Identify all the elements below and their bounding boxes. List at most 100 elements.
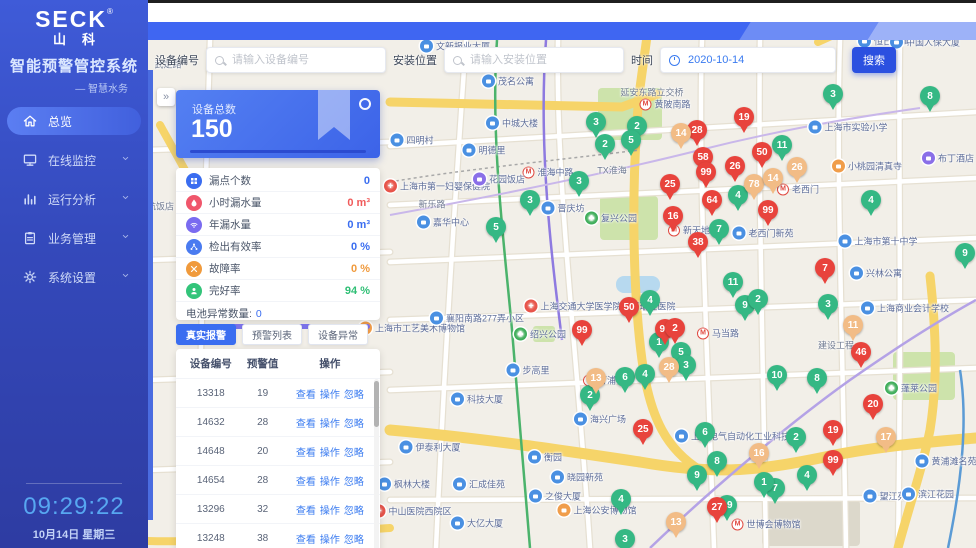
action-link-2[interactable]: 忽略 <box>344 415 364 430</box>
map-marker-green[interactable]: 3 <box>676 355 696 375</box>
map-marker-green[interactable]: 3 <box>818 294 838 314</box>
map-marker-green[interactable]: 6 <box>695 422 715 442</box>
map-marker-red[interactable]: 46 <box>851 342 871 362</box>
map-marker-orange[interactable]: 17 <box>876 427 896 447</box>
action-link-0[interactable]: 查看 <box>296 386 316 401</box>
location-input[interactable] <box>468 53 615 67</box>
map-marker-green[interactable]: 7 <box>709 219 729 239</box>
map-marker-green[interactable]: 3 <box>823 84 843 104</box>
action-link-0[interactable]: 查看 <box>296 415 316 430</box>
map-marker-orange[interactable]: 11 <box>843 315 863 335</box>
map-marker-red[interactable]: 16 <box>663 206 683 226</box>
map-marker-green[interactable]: 4 <box>640 290 660 310</box>
tab-1[interactable]: 预警列表 <box>242 324 302 345</box>
sidebar-item-chart[interactable]: 运行分析 <box>7 185 141 213</box>
map-marker-orange[interactable]: 14 <box>763 168 783 188</box>
map-marker-green[interactable]: 9 <box>687 465 707 485</box>
sidebar-item-home[interactable]: 总览 <box>7 107 141 135</box>
map-marker-red[interactable]: 64 <box>702 190 722 210</box>
date-field[interactable] <box>660 47 836 73</box>
map-marker-red[interactable]: 99 <box>572 320 592 340</box>
action-link-0[interactable]: 查看 <box>296 531 316 546</box>
map-marker-orange[interactable]: 13 <box>586 368 606 388</box>
table-scrollbar-thumb[interactable] <box>374 381 379 427</box>
map-marker-orange[interactable]: 28 <box>659 357 679 377</box>
sidebar-item-monitor[interactable]: 在线监控 <box>7 146 141 174</box>
map-marker-green[interactable]: 10 <box>767 365 787 385</box>
map-marker-red[interactable]: 26 <box>725 156 745 176</box>
map-marker-green[interactable]: 11 <box>772 135 792 155</box>
map-marker-green[interactable]: 6 <box>615 367 635 387</box>
device-no-field[interactable] <box>206 47 386 73</box>
map-marker-red[interactable]: 25 <box>633 419 653 439</box>
action-link-2[interactable]: 忽略 <box>344 444 364 459</box>
map-marker-red[interactable]: 38 <box>688 232 708 252</box>
collapse-panel-button[interactable]: » <box>157 88 175 106</box>
map-marker-green[interactable]: 2 <box>786 427 806 447</box>
map-marker-green[interactable]: 5 <box>486 217 506 237</box>
map-marker-red[interactable]: 50 <box>619 297 639 317</box>
device-no-input[interactable] <box>230 53 377 67</box>
map-marker-red[interactable]: 19 <box>823 420 843 440</box>
map-marker-green[interactable]: 3 <box>520 190 540 210</box>
map-marker-red[interactable]: 50 <box>752 142 772 162</box>
map-label-text: 蓬莱公园 <box>901 382 937 395</box>
sidebar-item-clipboard[interactable]: 业务管理 <box>7 224 141 252</box>
action-link-1[interactable]: 操作 <box>320 415 340 430</box>
tab-0[interactable]: 真实报警 <box>176 324 236 345</box>
map-marker-green[interactable]: 4 <box>797 465 817 485</box>
action-link-1[interactable]: 操作 <box>320 444 340 459</box>
action-link-0[interactable]: 查看 <box>296 444 316 459</box>
circle-indicator-icon[interactable] <box>359 98 371 110</box>
map-marker-red[interactable]: 20 <box>863 394 883 414</box>
map-marker-green[interactable]: 3 <box>569 171 589 191</box>
action-link-2[interactable]: 忽略 <box>344 531 364 546</box>
table-row: 1329632查看操作忽略 <box>176 494 380 523</box>
map-marker-red[interactable]: 7 <box>815 258 835 278</box>
action-link-2[interactable]: 忽略 <box>344 473 364 488</box>
map-marker-green[interactable]: 11 <box>723 272 743 292</box>
action-link-1[interactable]: 操作 <box>320 531 340 546</box>
map-marker-green[interactable]: 9 <box>955 243 975 263</box>
map-marker-green[interactable]: 8 <box>920 86 940 106</box>
map-marker-green[interactable]: 8 <box>707 451 727 471</box>
map-marker-green[interactable]: 4 <box>635 364 655 384</box>
map-marker-orange[interactable]: 26 <box>787 157 807 177</box>
map-marker-orange[interactable]: 14 <box>671 123 691 143</box>
action-link-2[interactable]: 忽略 <box>344 502 364 517</box>
map-label-metro: M马当路 <box>697 327 739 340</box>
date-input[interactable] <box>686 53 827 67</box>
map-marker-green[interactable]: 8 <box>807 368 827 388</box>
map-marker-green[interactable]: 5 <box>621 130 641 150</box>
location-field[interactable] <box>444 47 624 73</box>
poi-icon <box>529 490 542 503</box>
map-label-text: 建设工程 <box>818 339 854 352</box>
map-marker-red[interactable]: 27 <box>707 497 727 517</box>
search-button[interactable]: 搜索 <box>852 47 896 73</box>
tab-2[interactable]: 设备异常 <box>308 324 368 345</box>
map-marker-green[interactable]: 2 <box>595 134 615 154</box>
map-marker-green[interactable]: 3 <box>615 529 635 548</box>
map-marker-green[interactable]: 4 <box>861 190 881 210</box>
action-link-0[interactable]: 查看 <box>296 473 316 488</box>
map-marker-red[interactable]: 2 <box>665 318 685 338</box>
map-marker-green[interactable]: 3 <box>586 112 606 132</box>
map-marker-green[interactable]: 1 <box>754 472 774 492</box>
action-link-1[interactable]: 操作 <box>320 502 340 517</box>
map-marker-red[interactable]: 99 <box>823 450 843 470</box>
action-link-1[interactable]: 操作 <box>320 473 340 488</box>
map-marker-green[interactable]: 2 <box>748 289 768 309</box>
action-link-2[interactable]: 忽略 <box>344 386 364 401</box>
map-marker-orange[interactable]: 16 <box>749 443 769 463</box>
action-link-1[interactable]: 操作 <box>320 386 340 401</box>
sidebar-item-gear[interactable]: 系统设置 <box>7 263 141 291</box>
action-link-0[interactable]: 查看 <box>296 502 316 517</box>
map-marker-red[interactable]: 99 <box>758 200 778 220</box>
map-marker-orange[interactable]: 13 <box>666 512 686 532</box>
map-marker-orange[interactable]: 78 <box>744 174 764 194</box>
map-marker-red[interactable]: 25 <box>660 174 680 194</box>
map-label-text: 世博会博物馆 <box>746 518 800 531</box>
map-marker-green[interactable]: 4 <box>611 489 631 509</box>
map-marker-red[interactable]: 19 <box>734 107 754 127</box>
map-marker-red[interactable]: 99 <box>696 162 716 182</box>
